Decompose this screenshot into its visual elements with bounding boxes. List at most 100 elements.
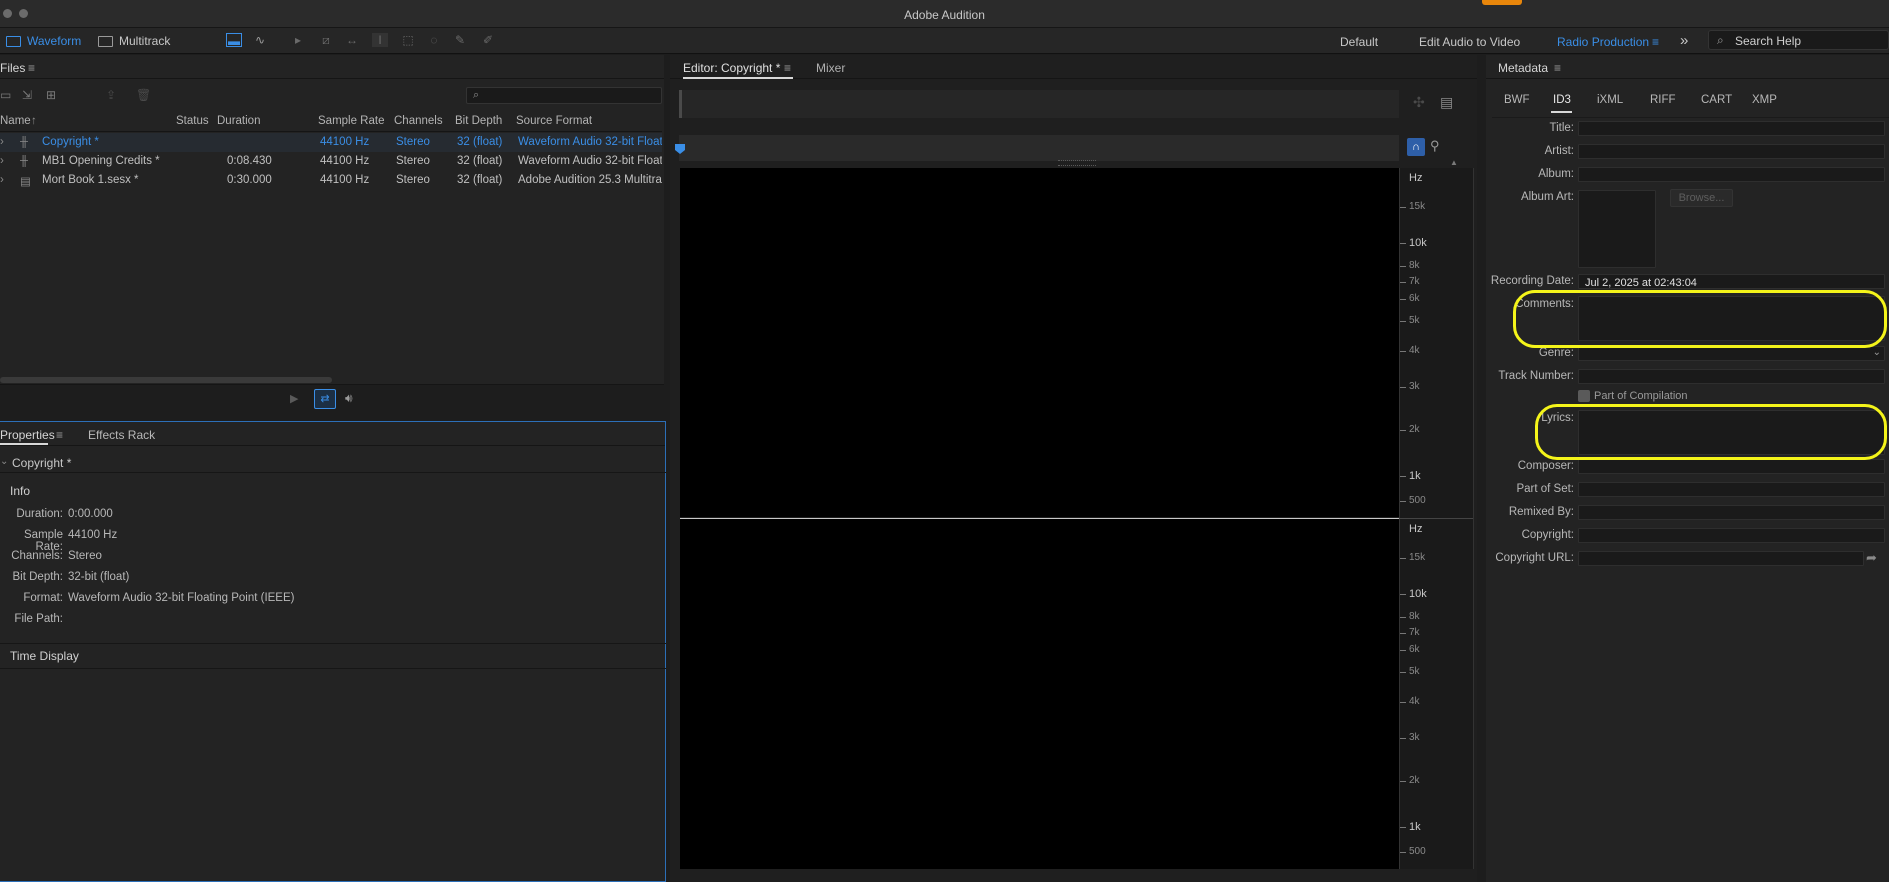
audio-file-icon: ╫ xyxy=(20,155,29,167)
genre-select[interactable]: ⌄ xyxy=(1578,346,1885,361)
file-sample-rate: 44100 Hz xyxy=(320,155,370,167)
expand-arrow-icon: › xyxy=(0,174,4,186)
file-source-format: Waveform Audio 32-bit Floating xyxy=(518,155,662,167)
part-of-compilation-checkbox[interactable] xyxy=(1578,390,1590,402)
artist-label: Artist: xyxy=(1544,145,1574,157)
open-file-icon[interactable]: ▭ xyxy=(0,88,11,102)
file-row[interactable]: › ▤ Mort Book 1.sesx * 0:30.000 44100 Hz Ster… xyxy=(0,171,662,190)
main-toolbar: Waveform Multitrack ▬ ∿ ▸ ⧄ ↔ I ⬚ ◌ ✎ ✐ … xyxy=(0,28,1889,54)
overview-bar[interactable] xyxy=(679,90,1399,118)
file-row[interactable]: › ╫ MB1 Opening Credits * 0:08.430 44100 Hz S… xyxy=(0,152,662,171)
file-channels: Stereo xyxy=(396,174,430,186)
resize-grip[interactable] xyxy=(1058,160,1096,166)
time-selection-tool-icon[interactable]: I xyxy=(372,33,388,47)
metadata-menu-icon[interactable]: ≡ xyxy=(1554,61,1561,75)
album-art-well[interactable] xyxy=(1578,190,1656,268)
col-channels[interactable]: Channels xyxy=(394,115,443,127)
notification-tab[interactable] xyxy=(1482,0,1522,5)
razor-tool-icon[interactable]: ⧄ xyxy=(318,33,334,47)
timeline-ruler[interactable] xyxy=(679,135,1399,161)
recording-date-field[interactable]: Jul 2, 2025 at 02:43:04 xyxy=(1578,274,1885,289)
loop-icon[interactable]: ⇄ xyxy=(314,389,336,409)
brush-tool-icon[interactable]: ✎ xyxy=(452,33,468,47)
files-scrollbar[interactable] xyxy=(0,377,332,383)
property-label: Format: xyxy=(23,592,63,604)
frequency-tick xyxy=(1400,430,1406,431)
metadata-tab-cart[interactable]: CART xyxy=(1701,94,1732,106)
search-help-input[interactable]: ⌕ Search Help xyxy=(1708,30,1889,50)
slip-tool-icon[interactable]: ↔ xyxy=(344,33,360,47)
part-of-compilation-label[interactable]: Part of Compilation xyxy=(1594,390,1688,402)
frequency-label: 1k xyxy=(1409,470,1421,482)
move-tool-icon[interactable]: ▸ xyxy=(290,33,306,47)
track-number-field[interactable] xyxy=(1578,369,1885,384)
workspace-edit-audio-to-video[interactable]: Edit Audio to Video xyxy=(1419,35,1520,49)
col-source-format[interactable]: Source Format xyxy=(516,115,592,127)
remixed-by-label: Remixed By: xyxy=(1508,506,1574,518)
editor-tab-underline xyxy=(683,77,793,79)
more-workspaces-icon[interactable]: » xyxy=(1680,32,1688,49)
editor-menu-icon[interactable]: ≡ xyxy=(784,61,791,75)
effects-rack-tab[interactable]: Effects Rack xyxy=(88,428,155,442)
mixer-tab[interactable]: Mixer xyxy=(816,61,845,75)
metadata-tab-bwf[interactable]: BWF xyxy=(1504,94,1530,106)
spectral-pitch-icon[interactable]: ∿ xyxy=(252,33,268,47)
spectral-frequency-icon[interactable]: ▬ xyxy=(226,33,242,48)
artist-field[interactable] xyxy=(1578,144,1885,159)
copyright-url-field[interactable] xyxy=(1578,551,1864,566)
frequency-label: 1k xyxy=(1409,821,1421,833)
insert-icon[interactable]: ⇪ xyxy=(106,88,116,102)
editor-tab[interactable]: Editor: Copyright * xyxy=(683,61,780,75)
scroll-up-icon[interactable]: ▲ xyxy=(1450,158,1458,167)
file-row[interactable]: › ╫ Copyright * 44100 Hz Stereo 32 (float) Wav… xyxy=(0,133,662,152)
spectral-settings-icon[interactable]: ▤ xyxy=(1440,94,1453,111)
info-heading[interactable]: Info xyxy=(10,484,30,498)
collapse-icon[interactable]: ⌄ xyxy=(0,456,8,467)
multitrack-view-button[interactable]: Multitrack xyxy=(92,31,176,51)
col-status[interactable]: Status xyxy=(176,115,209,127)
autoplay-volume-icon[interactable]: 🔊︎ xyxy=(345,391,353,406)
lasso-tool-icon[interactable]: ◌ xyxy=(426,33,442,47)
snap-icon[interactable]: ∩ xyxy=(1407,138,1425,156)
properties-tab[interactable]: Properties xyxy=(0,428,55,442)
workspace-default[interactable]: Default xyxy=(1340,35,1378,49)
properties-menu-icon[interactable]: ≡ xyxy=(56,428,63,442)
marquee-tool-icon[interactable]: ⬚ xyxy=(400,33,416,47)
frequency-tick xyxy=(1400,282,1406,283)
file-bit-depth: 32 (float) xyxy=(457,174,503,186)
spectral-display-channel-2[interactable] xyxy=(680,519,1399,869)
part-of-set-field[interactable] xyxy=(1578,482,1885,497)
zoom-icon[interactable]: ✣ xyxy=(1413,94,1425,111)
col-sample-rate[interactable]: Sample Rate xyxy=(318,115,384,127)
composer-field[interactable] xyxy=(1578,459,1885,474)
metadata-tab-ixml[interactable]: iXML xyxy=(1597,94,1623,106)
spot-healing-tool-icon[interactable]: ✐ xyxy=(480,33,496,47)
play-icon[interactable]: ▶ xyxy=(290,392,298,405)
spectral-display-channel-1[interactable] xyxy=(680,168,1399,517)
album-field[interactable] xyxy=(1578,167,1885,182)
waveform-view-button[interactable]: Waveform xyxy=(0,31,87,51)
files-search-input[interactable]: ⌕ xyxy=(466,87,662,104)
col-name[interactable]: Name xyxy=(0,115,31,127)
title-field[interactable] xyxy=(1578,121,1885,136)
col-duration[interactable]: Duration xyxy=(217,115,260,127)
recording-date-label: Recording Date: xyxy=(1490,275,1574,287)
metadata-tab-riff[interactable]: RIFF xyxy=(1650,94,1676,106)
new-file-icon[interactable]: ⊞ xyxy=(46,88,56,102)
import-file-icon[interactable]: ⇲ xyxy=(22,88,32,102)
metadata-tab-xmp[interactable]: XMP xyxy=(1752,94,1777,106)
browse-button[interactable]: Browse... xyxy=(1670,189,1733,207)
title-label: Title: xyxy=(1549,122,1575,134)
marker-pin-icon[interactable]: ⚲ xyxy=(1430,138,1440,154)
files-menu-icon[interactable]: ≡ xyxy=(28,61,35,75)
remixed-by-field[interactable] xyxy=(1578,505,1885,520)
delete-icon[interactable]: 🗑 xyxy=(136,88,151,102)
open-url-arrow-icon[interactable]: ➦ xyxy=(1866,550,1877,566)
time-display-heading[interactable]: Time Display xyxy=(10,649,79,663)
property-value: Stereo xyxy=(68,550,102,562)
metadata-tab-id3[interactable]: ID3 xyxy=(1553,94,1571,106)
copyright-field[interactable] xyxy=(1578,528,1885,543)
col-bit-depth[interactable]: Bit Depth xyxy=(455,115,502,127)
workspace-radio-production[interactable]: Radio Production xyxy=(1557,35,1649,49)
workspace-menu-icon[interactable]: ≡ xyxy=(1652,35,1659,49)
